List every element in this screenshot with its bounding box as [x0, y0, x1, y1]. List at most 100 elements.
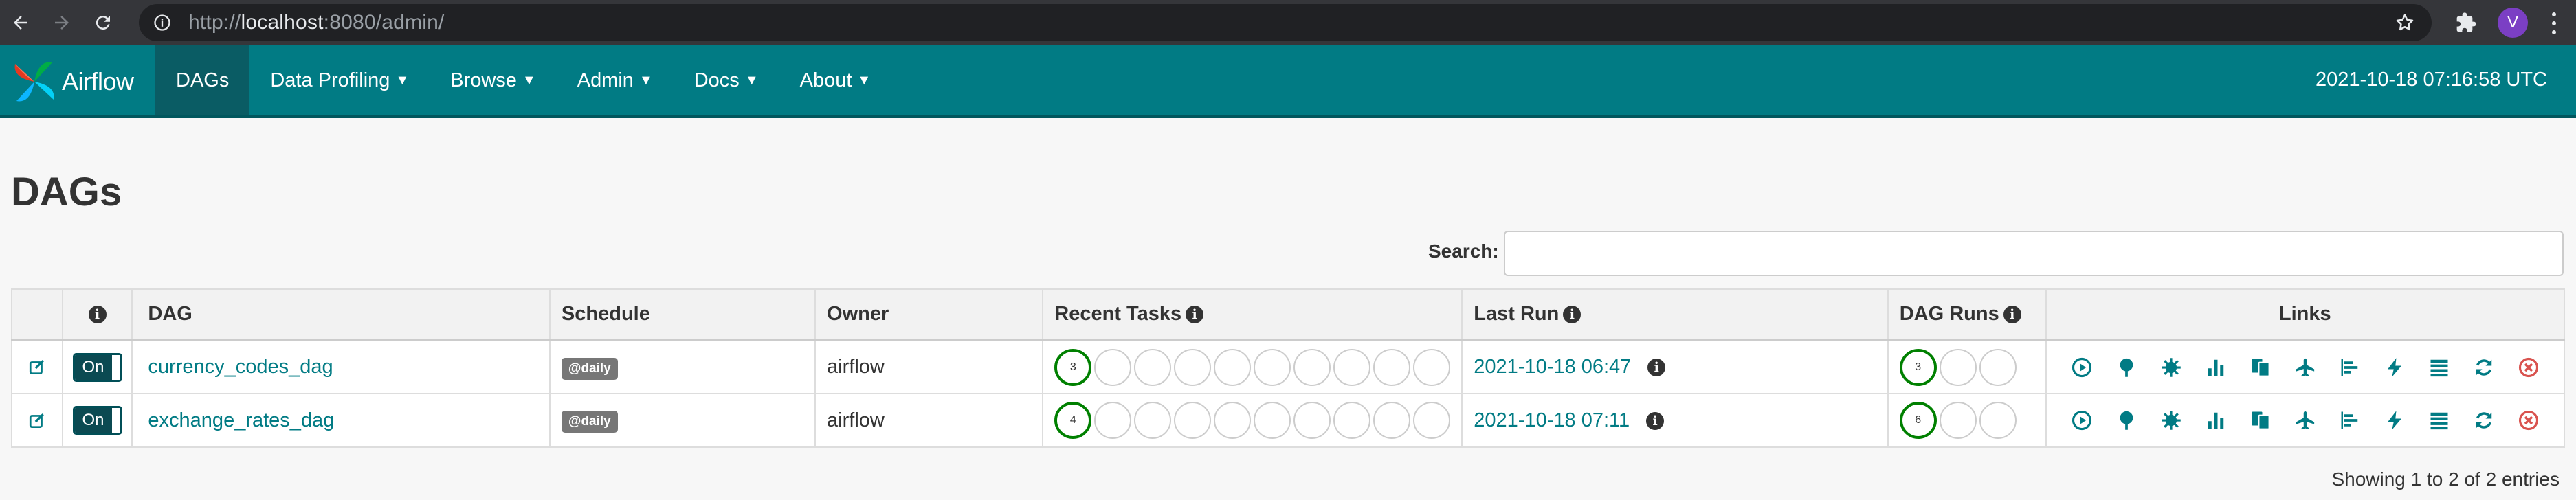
dag-pause-toggle[interactable]: On: [72, 352, 122, 382]
airflow-logo[interactable]: Airflow: [10, 55, 134, 109]
nav-docs[interactable]: Docs ▼: [674, 45, 779, 115]
tree-view-icon[interactable]: [2116, 410, 2137, 431]
dag-pause-toggle[interactable]: On: [72, 406, 122, 435]
schedule-cell: @daily: [548, 339, 817, 394]
task-tries-icon[interactable]: [2250, 410, 2271, 431]
task-duration-icon[interactable]: [2206, 357, 2226, 378]
last-run-link[interactable]: 2021-10-18 07:11: [1474, 409, 1630, 431]
graph-view-icon[interactable]: [2161, 410, 2181, 431]
edit-cell: [11, 393, 63, 448]
task-status-empty[interactable]: [1293, 348, 1331, 386]
dag-link[interactable]: exchange_rates_dag: [148, 409, 334, 431]
recent-tasks-cell: 3: [1042, 339, 1463, 394]
task-status-success[interactable]: 3: [1054, 348, 1092, 386]
tree-view-icon[interactable]: [2116, 357, 2137, 378]
address-bar[interactable]: http://localhost:8080/admin/: [139, 4, 2432, 41]
info-icon[interactable]: i: [1563, 306, 1581, 324]
task-status-empty[interactable]: [1333, 402, 1371, 439]
dag-run-status-success[interactable]: 3: [1899, 348, 1937, 386]
task-status-empty[interactable]: [1293, 402, 1331, 439]
dag-run-status-empty[interactable]: [1979, 402, 2017, 439]
task-status-empty[interactable]: [1134, 402, 1172, 439]
schedule-badge[interactable]: @daily: [561, 411, 618, 433]
dag-run-status-empty[interactable]: [1939, 402, 1977, 439]
dag-run-status-success[interactable]: 6: [1899, 402, 1937, 439]
gantt-icon[interactable]: [2340, 357, 2360, 378]
caret-down-icon: ▼: [744, 72, 759, 88]
reload-button[interactable]: [82, 0, 124, 45]
trigger-dag-icon[interactable]: [2072, 357, 2092, 378]
utc-clock: 2021-10-18 07:16:58 UTC: [2316, 69, 2547, 91]
profile-avatar[interactable]: V: [2498, 8, 2528, 38]
gantt-icon[interactable]: [2340, 410, 2360, 431]
code-view-icon[interactable]: [2384, 357, 2405, 378]
edit-icon[interactable]: [28, 356, 46, 378]
nav-dags[interactable]: DAGs: [155, 45, 250, 115]
task-status-empty[interactable]: [1214, 348, 1252, 386]
search-input[interactable]: [1504, 231, 2564, 276]
task-status-empty[interactable]: [1333, 348, 1371, 386]
task-status-empty[interactable]: [1174, 402, 1212, 439]
refresh-icon[interactable]: [2474, 357, 2494, 378]
page-title: DAGs: [11, 170, 122, 214]
code-view-icon[interactable]: [2384, 410, 2405, 431]
last-run-link[interactable]: 2021-10-18 06:47: [1474, 356, 1631, 378]
back-button[interactable]: [0, 0, 41, 45]
landing-times-icon[interactable]: [2295, 410, 2316, 431]
bookmark-star-icon[interactable]: [2395, 12, 2415, 33]
dag-run-status-empty[interactable]: [1979, 348, 2017, 386]
nav-data-profiling[interactable]: Data Profiling ▼: [249, 45, 430, 115]
info-icon[interactable]: i: [2003, 306, 2021, 324]
task-status-empty[interactable]: [1254, 348, 1291, 386]
logs-icon[interactable]: [2429, 410, 2450, 431]
task-duration-icon[interactable]: [2206, 410, 2226, 431]
landing-times-icon[interactable]: [2295, 357, 2316, 378]
header-schedule[interactable]: Schedule: [548, 288, 817, 341]
graph-view-icon[interactable]: [2161, 357, 2181, 378]
task-status-empty[interactable]: [1413, 402, 1451, 439]
task-status-empty[interactable]: [1214, 402, 1252, 439]
table-info: Showing 1 to 2 of 2 entries: [2331, 468, 2560, 490]
task-status-empty[interactable]: [1413, 348, 1451, 386]
browser-toolbar: http://localhost:8080/admin/ V: [0, 0, 2576, 45]
caret-down-icon: ▼: [857, 72, 871, 88]
delete-dag-icon[interactable]: [2518, 410, 2539, 431]
nav-browse[interactable]: Browse ▼: [430, 45, 557, 115]
task-status-empty[interactable]: [1094, 402, 1132, 439]
task-tries-icon[interactable]: [2250, 357, 2271, 378]
dag-link[interactable]: currency_codes_dag: [148, 356, 333, 378]
site-info-icon[interactable]: [153, 13, 172, 32]
schedule-badge[interactable]: @daily: [561, 357, 618, 380]
delete-dag-icon[interactable]: [2518, 357, 2539, 378]
dag-run-status-empty[interactable]: [1939, 348, 1977, 386]
task-status-empty[interactable]: [1373, 348, 1411, 386]
info-icon[interactable]: i: [1647, 359, 1666, 377]
header-last-run: Last Run i: [1461, 288, 1889, 341]
recent-tasks-cell: 4: [1042, 393, 1463, 448]
task-status-empty[interactable]: [1174, 348, 1212, 386]
info-icon[interactable]: i: [1646, 411, 1665, 430]
edit-icon[interactable]: [28, 409, 46, 431]
nav-about[interactable]: About ▼: [779, 45, 892, 115]
nav-admin[interactable]: Admin ▼: [557, 45, 674, 115]
header-dag[interactable]: DAG: [131, 288, 551, 341]
trigger-dag-icon[interactable]: [2072, 410, 2092, 431]
extensions-puzzle-icon[interactable]: [2455, 12, 2477, 34]
browser-menu-icon[interactable]: [2547, 10, 2561, 37]
task-status-success[interactable]: 4: [1054, 402, 1092, 439]
task-status-empty[interactable]: [1094, 348, 1132, 386]
search-label: Search:: [1428, 240, 1499, 262]
forward-button[interactable]: [41, 0, 82, 45]
logs-icon[interactable]: [2429, 357, 2450, 378]
info-icon[interactable]: i: [1186, 306, 1204, 324]
last-run-cell: 2021-10-18 06:47 i: [1461, 339, 1889, 394]
task-status-empty[interactable]: [1134, 348, 1172, 386]
info-icon[interactable]: i: [88, 306, 107, 324]
refresh-icon[interactable]: [2474, 410, 2494, 431]
task-status-empty[interactable]: [1373, 402, 1411, 439]
header-links: Links: [2045, 288, 2566, 341]
task-status-empty[interactable]: [1254, 402, 1291, 439]
header-owner[interactable]: Owner: [814, 288, 1044, 341]
header-edit: [11, 288, 63, 341]
header-info: i: [61, 288, 133, 341]
